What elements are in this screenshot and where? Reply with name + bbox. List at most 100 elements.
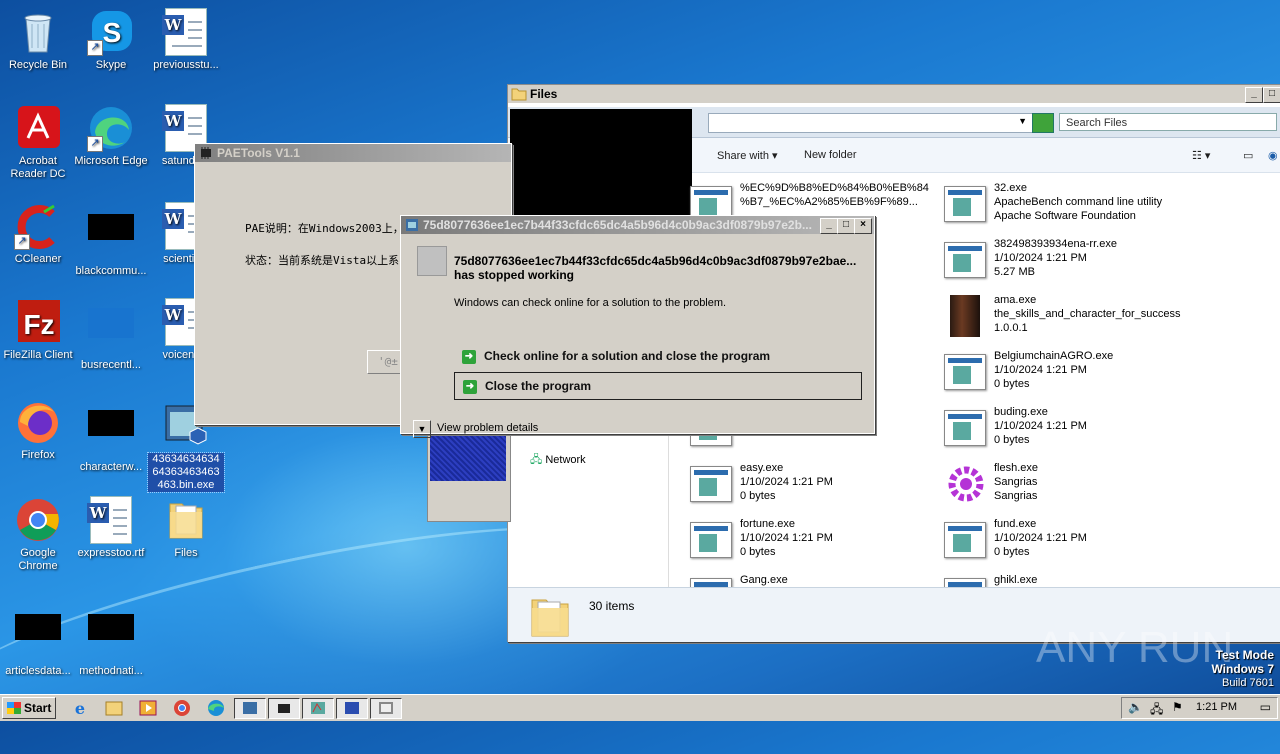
- flag-icon[interactable]: ⚑: [1172, 700, 1183, 714]
- desktop-icon-label: Skype: [95, 59, 127, 71]
- list-item[interactable]: flesh.exe Sangrias Sangrias: [944, 461, 1194, 509]
- list-item[interactable]: ghikl.exe: [944, 573, 1194, 587]
- media-player-icon[interactable]: [134, 698, 162, 718]
- desktop-icon-label: Files: [174, 547, 198, 559]
- chrome-icon[interactable]: [168, 698, 196, 718]
- system-tray: 🔈 🖧 ⚑ 1:21 PM ▭: [1121, 697, 1278, 719]
- shortcut-arrow-icon: ↗: [87, 136, 103, 152]
- taskbar-item-dialog[interactable]: [370, 698, 402, 719]
- list-item[interactable]: buding.exe 1/10/2024 1:21 PM 0 bytes: [944, 405, 1194, 453]
- desktop-icon-filezilla[interactable]: Fz FileZilla Client: [0, 298, 76, 362]
- shortcut-arrow-icon: ↗: [14, 234, 30, 250]
- desktop-icon-blackcommu[interactable]: blackcommu...: [73, 202, 149, 278]
- desktop-icon-label: 43634634634 64363463463 463.bin.exe: [147, 452, 225, 493]
- desktop-icon-edge[interactable]: ↗ Microsoft Edge: [73, 104, 149, 168]
- desktop-icon-expresstoo[interactable]: W expresstoo.rtf: [73, 496, 149, 560]
- shortcut-arrow-icon: ↗: [87, 40, 103, 56]
- item-count: 30 items: [589, 599, 635, 613]
- filezilla-icon: Fz: [14, 298, 62, 346]
- desktop-icon-characterw[interactable]: characterw...: [73, 398, 149, 474]
- desktop-icon-articlesdata[interactable]: articlesdata...: [0, 604, 76, 678]
- desktop-icon-firefox[interactable]: Firefox: [0, 398, 76, 462]
- executable-icon: [690, 522, 732, 558]
- desktop-icon-previousstu[interactable]: W previousstu...: [148, 8, 224, 72]
- app-name: 75d8077636ee1ec7b44f33cfdc65dc4a5b96d4c0…: [454, 254, 857, 268]
- network-tray-icon[interactable]: 🖧: [1150, 700, 1163, 721]
- help-icon[interactable]: ◉: [1268, 149, 1278, 162]
- list-item[interactable]: Gang.exe: [690, 573, 940, 587]
- paetools-title-bar[interactable]: PAETools V1.1: [195, 144, 511, 162]
- desktop-icon-acrobat[interactable]: Acrobat Reader DC: [0, 104, 76, 181]
- view-options-icon[interactable]: ☷ ▾: [1192, 149, 1210, 162]
- gear-icon: [944, 463, 988, 503]
- clock[interactable]: 1:21 PM: [1196, 701, 1237, 713]
- list-item[interactable]: 32.exe ApacheBench command line utility Ap…: [944, 181, 1194, 229]
- edge-icon[interactable]: [202, 698, 230, 718]
- error-dialog[interactable]: 75d8077636ee1ec7b44f33cfdc65dc4a5b96d4c0…: [400, 215, 875, 438]
- files-title-bar[interactable]: Files _ □: [508, 85, 1280, 103]
- search-input[interactable]: Search Files: [1059, 113, 1277, 131]
- taskbar-item-app[interactable]: [302, 698, 334, 719]
- list-item[interactable]: fund.exe 1/10/2024 1:21 PM 0 bytes: [944, 517, 1194, 565]
- windows-logo-icon: [7, 702, 21, 714]
- desktop-icon-chrome[interactable]: Google Chrome: [0, 496, 76, 573]
- desktop-icon-label: Recycle Bin: [8, 59, 68, 71]
- show-desktop-icon[interactable]: ▭: [1260, 700, 1271, 714]
- desktop-icon-label: Firefox: [21, 449, 55, 461]
- maximize-button[interactable]: □: [837, 218, 855, 234]
- list-item[interactable]: ama.exe the_skills_and_character_for_succ…: [944, 293, 1194, 341]
- desktop-icon-label: Microsoft Edge: [74, 155, 148, 167]
- close-program-option[interactable]: ➜ Close the program: [454, 372, 862, 400]
- chip-icon: [201, 147, 211, 159]
- view-details-link[interactable]: View problem details: [437, 422, 538, 434]
- desktop-icon-label: CCleaner: [14, 253, 62, 265]
- ie-icon[interactable]: e: [66, 698, 94, 718]
- address-field[interactable]: ▼: [708, 113, 1034, 133]
- start-button[interactable]: Start: [2, 697, 56, 719]
- desktop-icon-label: blackcommu...: [75, 265, 147, 277]
- black-thumbnail-icon: [15, 614, 61, 640]
- chevron-down-icon[interactable]: ▼: [1018, 116, 1027, 126]
- list-item[interactable]: fortune.exe 1/10/2024 1:21 PM 0 bytes: [690, 517, 940, 565]
- list-item[interactable]: BelgiumchainAGRO.exe 1/10/2024 1:21 PM 0 b…: [944, 349, 1194, 397]
- chrome-icon: [14, 496, 62, 544]
- pae-description: PAE说明：在Windows2003上，: [245, 222, 404, 235]
- nav-item-network[interactable]: 🖧 Network: [530, 451, 586, 470]
- explorer-icon[interactable]: [100, 698, 128, 718]
- paetools-title: PAETools V1.1: [217, 146, 300, 160]
- word-document-icon: W: [162, 8, 207, 56]
- desktop-icon-files[interactable]: Files: [148, 496, 224, 560]
- desktop-icon-label: previousstu...: [153, 59, 219, 71]
- desktop-icon-recycle-bin[interactable]: Recycle Bin: [0, 8, 76, 72]
- taskbar-item-error[interactable]: [336, 698, 368, 719]
- desktop-icon-methodnati[interactable]: methodnati...: [73, 604, 149, 678]
- desktop-icon-busrecentl[interactable]: busrecentl...: [73, 298, 149, 372]
- desktop-icon-label: FileZilla Client: [3, 349, 73, 361]
- list-item[interactable]: easy.exe 1/10/2024 1:21 PM 0 bytes: [690, 461, 940, 509]
- preview-pane-icon[interactable]: ▭: [1243, 149, 1253, 162]
- minimize-button[interactable]: _: [820, 218, 838, 234]
- desktop-icon-skype[interactable]: S ↗ Skype: [73, 8, 149, 72]
- edge-icon: ↗: [87, 104, 135, 152]
- pae-status: 状态：当前系统是Vista以上系: [245, 254, 400, 267]
- close-button[interactable]: ×: [854, 218, 872, 234]
- desktop-icon-ccleaner[interactable]: ↗ CCleaner: [0, 202, 76, 266]
- new-folder-button[interactable]: New folder: [804, 149, 857, 161]
- taskbar-item-paetools[interactable]: [268, 698, 300, 719]
- error-title-bar[interactable]: 75d8077636ee1ec7b44f33cfdc65dc4a5b96d4c0…: [401, 216, 874, 234]
- error-title: 75d8077636ee1ec7b44f33cfdc65dc4a5b96d4c0…: [423, 218, 812, 232]
- word-document-icon: W: [87, 496, 132, 544]
- network-icon: 🖧: [530, 454, 543, 466]
- maximize-button[interactable]: □: [1263, 87, 1280, 103]
- pattern-preview: [430, 431, 506, 481]
- expand-details-button[interactable]: ▼: [413, 420, 431, 438]
- check-online-option[interactable]: ➜ Check online for a solution and close t…: [454, 343, 860, 369]
- refresh-icon[interactable]: [1032, 113, 1054, 133]
- volume-icon[interactable]: 🔈: [1128, 700, 1143, 714]
- taskbar-item-exe[interactable]: [234, 698, 266, 719]
- executable-icon: [690, 578, 732, 587]
- app-icon: [406, 219, 418, 231]
- share-with-button[interactable]: Share with ▾: [717, 149, 778, 162]
- minimize-button[interactable]: _: [1245, 87, 1263, 103]
- list-item[interactable]: 382498393934ena-rr.exe 1/10/2024 1:21 PM 5…: [944, 237, 1194, 285]
